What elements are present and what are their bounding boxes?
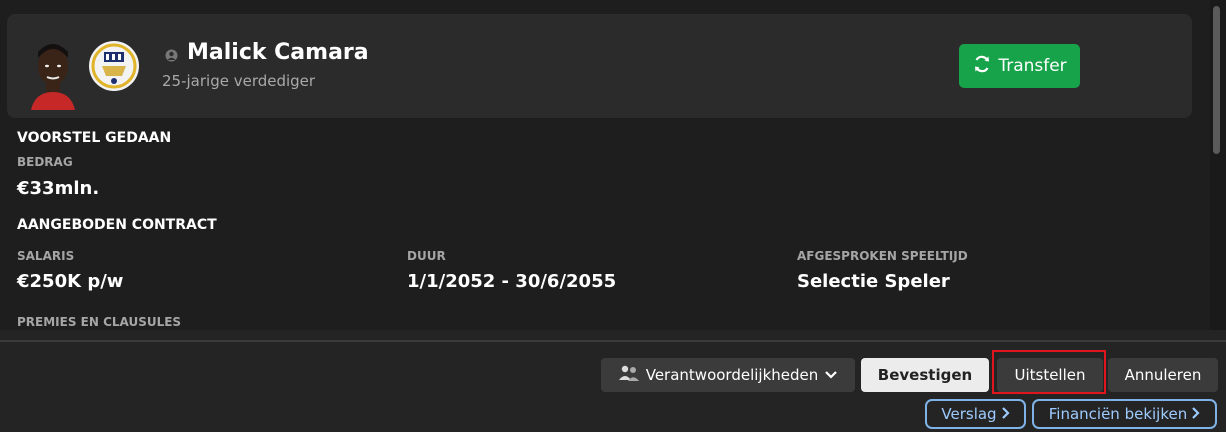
postpone-highlight xyxy=(992,350,1106,394)
player-photo xyxy=(27,36,79,110)
contract-section-title: AANGEBODEN CONTRACT xyxy=(17,217,217,233)
player-name[interactable]: Malick Camara xyxy=(187,40,369,65)
finances-label: Financiën bekijken xyxy=(1048,405,1188,423)
confirm-button[interactable]: Bevestigen xyxy=(861,358,989,392)
chevron-down-icon xyxy=(824,366,838,384)
player-subtitle: 25-jarige verdediger xyxy=(162,72,316,90)
person-icon xyxy=(165,47,178,62)
amount-label: BEDRAG xyxy=(17,155,73,169)
playtime-label: AFGESPROKEN SPEELTIJD xyxy=(797,249,968,263)
playtime-value: Selectie Speler xyxy=(797,271,950,292)
salary-label: SALARIS xyxy=(17,249,75,263)
report-label: Verslag xyxy=(941,405,997,423)
responsibilities-label: Verantwoordelijkheden xyxy=(645,366,819,384)
transfer-label: Transfer xyxy=(998,56,1067,76)
amount-value: €33mln. xyxy=(17,178,100,199)
scrollbar-thumb[interactable] xyxy=(1213,6,1220,154)
view-finances-button[interactable]: Financiën bekijken xyxy=(1032,399,1217,429)
people-icon xyxy=(618,364,640,386)
footer-divider xyxy=(0,340,1226,342)
transfer-button[interactable]: Transfer xyxy=(959,44,1080,88)
bonuses-label: PREMIES EN CLAUSULES xyxy=(17,315,182,329)
cancel-button[interactable]: Annuleren xyxy=(1108,358,1218,392)
club-badge-icon xyxy=(88,40,140,92)
duration-value: 1/1/2052 - 30/6/2055 xyxy=(407,271,617,292)
chevron-right-icon xyxy=(1001,405,1010,423)
salary-value: €250K p/w xyxy=(17,271,124,292)
duration-label: DUUR xyxy=(407,249,446,263)
refresh-icon xyxy=(972,54,992,79)
chevron-right-icon xyxy=(1191,405,1200,423)
report-link-button[interactable]: Verslag xyxy=(925,399,1026,429)
offer-section-title: VOORSTEL GEDAAN xyxy=(17,130,172,146)
responsibilities-dropdown[interactable]: Verantwoordelijkheden xyxy=(601,358,855,392)
